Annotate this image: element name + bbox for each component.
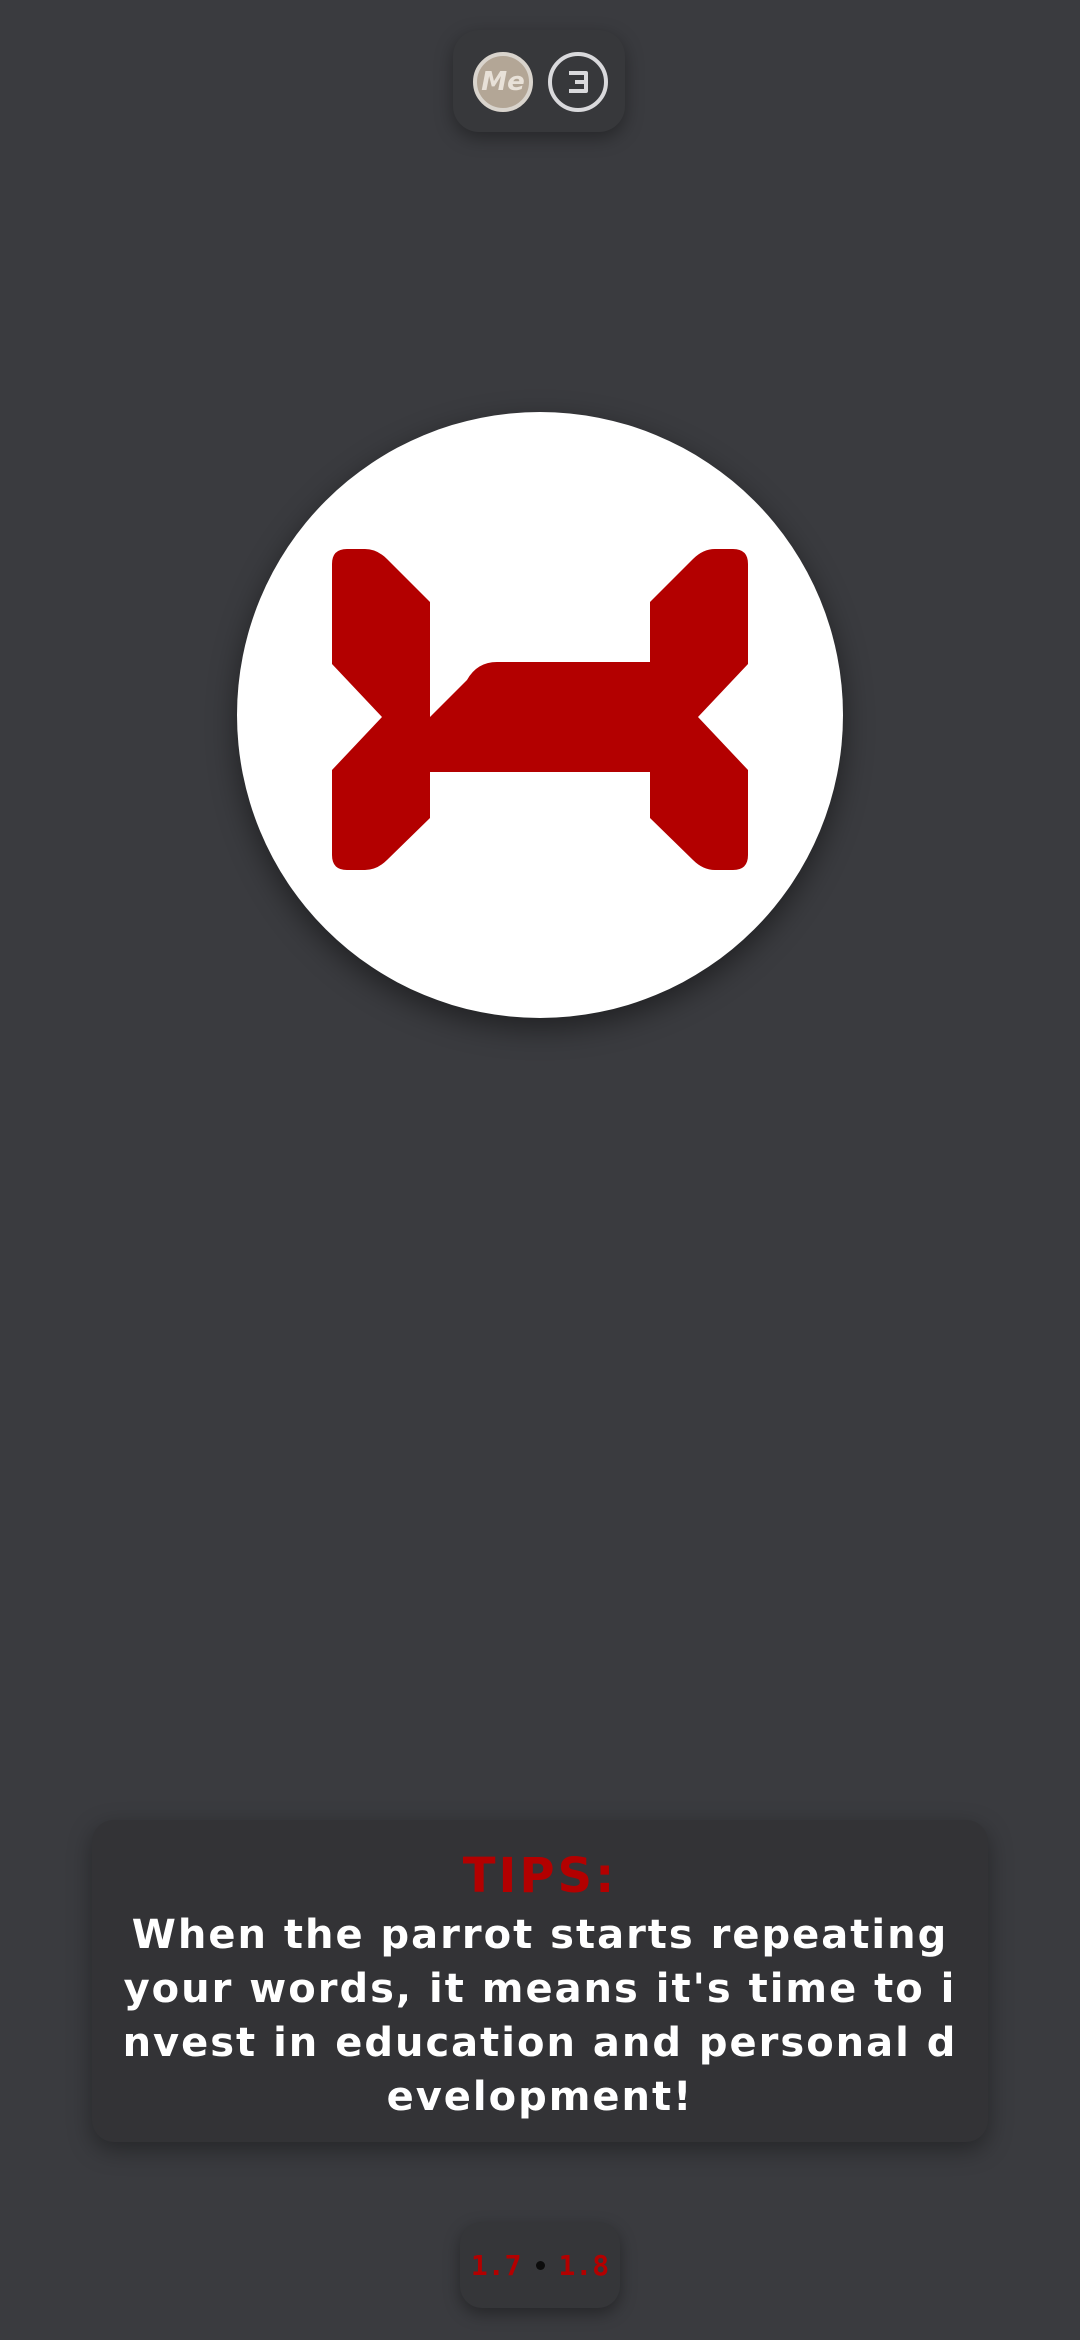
tips-panel: TIPS: When the parrot starts repeating y… — [92, 1820, 988, 2142]
profile-avatar-button[interactable]: Me — [473, 52, 533, 112]
app-logo-button[interactable] — [548, 52, 608, 112]
emblem-circle — [237, 412, 843, 1018]
tips-title: TIPS: — [462, 1848, 618, 1904]
e-logo-icon — [569, 71, 588, 93]
pager-next[interactable]: 1.8 — [559, 2249, 610, 2282]
pager-separator-dot — [535, 2260, 545, 2270]
dog-bone-icon — [332, 549, 748, 870]
pager-current[interactable]: 1.7 — [471, 2249, 522, 2282]
tips-text: When the parrot starts repeating your wo… — [122, 1912, 958, 2120]
pager[interactable]: 1.7 1.8 — [460, 2222, 620, 2308]
avatar-label: Me — [481, 67, 525, 97]
